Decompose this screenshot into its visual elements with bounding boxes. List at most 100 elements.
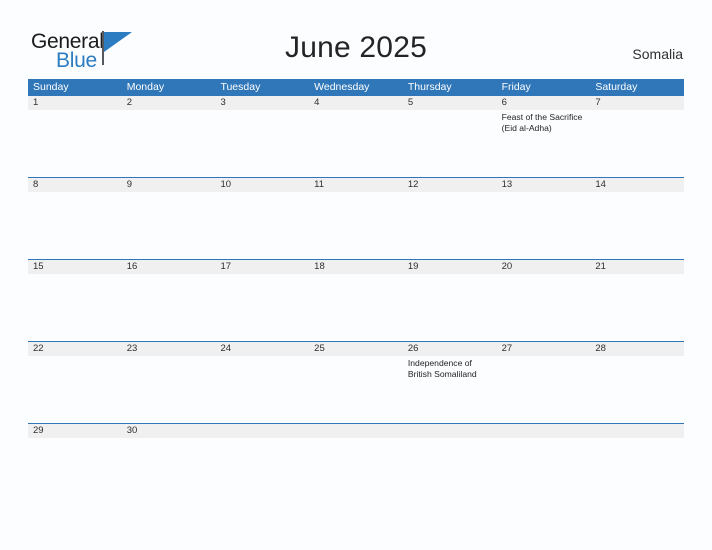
day-events-list xyxy=(215,356,309,358)
day-cell-13[interactable]: 13 xyxy=(496,178,591,192)
day-cell-1[interactable]: 1 xyxy=(28,96,122,110)
weekday-header-monday: Monday xyxy=(126,81,165,93)
day-number: 16 xyxy=(121,260,216,274)
day-events-1 xyxy=(28,110,122,135)
day-cell-empty xyxy=(496,424,591,438)
day-cell-12[interactable]: 12 xyxy=(402,178,497,192)
day-events-17 xyxy=(215,274,309,276)
day-number: 8 xyxy=(28,178,122,192)
day-number: 21 xyxy=(590,260,685,274)
day-cell-4[interactable]: 4 xyxy=(309,96,403,110)
week-event-cells xyxy=(28,274,684,276)
day-events-24 xyxy=(215,356,309,381)
weekday-header-wednesday: Wednesday xyxy=(314,81,370,93)
day-events-list xyxy=(590,110,684,112)
day-number: 29 xyxy=(28,424,122,438)
day-cell-9[interactable]: 9 xyxy=(121,178,216,192)
day-cell-15[interactable]: 15 xyxy=(28,260,122,274)
day-events-21 xyxy=(590,274,684,276)
day-events-2 xyxy=(122,110,216,135)
day-cell-24[interactable]: 24 xyxy=(215,342,310,356)
day-events-11 xyxy=(309,192,403,194)
day-number xyxy=(496,424,591,438)
calendar-grid: Sunday Monday Tuesday Wednesday Thursday Frid… xyxy=(28,79,685,446)
day-events-list xyxy=(590,356,684,358)
day-cell-27[interactable]: 27 xyxy=(496,342,591,356)
day-events-25 xyxy=(309,356,403,381)
week-event-cells xyxy=(28,438,684,440)
week-day-cells: 8 9 10 11 12 13 14 xyxy=(28,178,685,192)
day-number xyxy=(590,424,685,438)
day-cell-18[interactable]: 18 xyxy=(309,260,403,274)
day-events-list xyxy=(122,192,216,194)
day-cell-7[interactable]: 7 xyxy=(590,96,685,110)
day-events-list xyxy=(403,438,497,440)
day-cell-29[interactable]: 29 xyxy=(28,424,122,438)
day-events-list xyxy=(28,356,122,358)
day-cell-30[interactable]: 30 xyxy=(121,424,216,438)
page-header: General Blue June 2025 Somalia xyxy=(0,0,712,78)
day-cell-empty xyxy=(215,424,310,438)
day-events-12 xyxy=(403,192,497,194)
day-cell-2[interactable]: 2 xyxy=(121,96,216,110)
day-number: 14 xyxy=(590,178,685,192)
day-number: 6 xyxy=(496,96,591,110)
day-number: 27 xyxy=(496,342,591,356)
day-events-list: Feast of the Sacrifice (Eid al-Adha) xyxy=(497,110,591,135)
day-events-26: Independence of British Somaliland xyxy=(403,356,497,381)
day-number: 12 xyxy=(402,178,497,192)
day-events-28 xyxy=(590,356,684,381)
day-events-list xyxy=(403,274,497,276)
weekday-header-saturday: Saturday xyxy=(595,81,638,93)
day-events-list xyxy=(309,356,403,358)
weekday-header-sunday: Sunday xyxy=(33,81,69,93)
day-events-20 xyxy=(497,274,591,276)
day-cell-19[interactable]: 19 xyxy=(402,260,497,274)
day-cell-23[interactable]: 23 xyxy=(121,342,216,356)
day-events-18 xyxy=(309,274,403,276)
day-events-3 xyxy=(215,110,309,135)
calendar-week-row: 8 9 10 11 12 13 14 xyxy=(28,177,685,259)
weekday-header-friday: Friday xyxy=(501,81,531,93)
day-events-29 xyxy=(28,438,122,440)
day-number: 28 xyxy=(590,342,685,356)
day-cell-26[interactable]: 26 xyxy=(402,342,497,356)
day-cell-16[interactable]: 16 xyxy=(121,260,216,274)
day-events-9 xyxy=(122,192,216,194)
day-number: 23 xyxy=(121,342,216,356)
calendar-week-row: 15 16 17 18 19 20 21 xyxy=(28,259,685,341)
day-cell-6[interactable]: 6 xyxy=(496,96,591,110)
day-cell-25[interactable]: 25 xyxy=(309,342,403,356)
day-events-7 xyxy=(590,110,684,135)
day-events-list xyxy=(309,274,403,276)
week-day-cells: 1234567 xyxy=(28,96,685,110)
day-cell-8[interactable]: 8 xyxy=(28,178,122,192)
day-cell-20[interactable]: 20 xyxy=(496,260,591,274)
day-events-list xyxy=(309,192,403,194)
day-events-empty xyxy=(497,438,591,440)
day-number: 30 xyxy=(121,424,216,438)
day-events-list xyxy=(122,110,216,112)
calendar-week-row: 22 23 24 25 26 27 28 Independence of British So… xyxy=(28,341,685,423)
day-events-6: Feast of the Sacrifice (Eid al-Adha) xyxy=(497,110,591,135)
day-number xyxy=(215,424,310,438)
day-number: 9 xyxy=(121,178,216,192)
day-cell-3[interactable]: 3 xyxy=(215,96,310,110)
day-number xyxy=(309,424,403,438)
day-cell-11[interactable]: 11 xyxy=(309,178,403,192)
day-cell-10[interactable]: 10 xyxy=(215,178,310,192)
day-cell-22[interactable]: 22 xyxy=(28,342,122,356)
day-events-empty xyxy=(590,438,684,440)
day-number: 25 xyxy=(309,342,403,356)
weekday-header-tuesday: Tuesday xyxy=(220,81,261,93)
day-cell-5[interactable]: 5 xyxy=(402,96,497,110)
day-cell-14[interactable]: 14 xyxy=(590,178,685,192)
day-events-list xyxy=(309,110,403,112)
day-events-23 xyxy=(122,356,216,381)
day-cell-17[interactable]: 17 xyxy=(215,260,310,274)
day-events-empty xyxy=(309,438,403,440)
week-body xyxy=(28,274,684,341)
day-cell-21[interactable]: 21 xyxy=(590,260,685,274)
day-events-27 xyxy=(497,356,591,381)
day-cell-28[interactable]: 28 xyxy=(590,342,685,356)
